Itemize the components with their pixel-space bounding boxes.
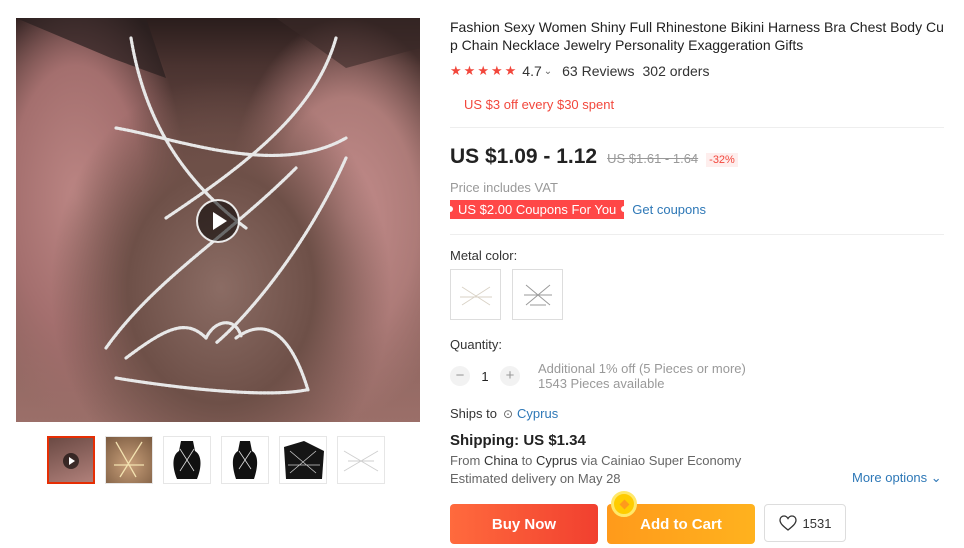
increment-button[interactable]: + [500,366,520,386]
harness-silver-icon [523,284,552,305]
thumbnail-video[interactable] [47,436,95,484]
quantity-label: Quantity: [450,337,503,352]
discount-badge: -32% [706,153,738,167]
coupon-tag[interactable]: US $2.00 Coupons For You [446,200,628,219]
more-options-link[interactable]: More options ⌄ [852,470,942,486]
star-icon: ★ [463,63,476,78]
get-coupons-link[interactable]: Get coupons [632,202,706,217]
buy-now-button[interactable]: Buy Now [450,504,598,544]
rating-row: ★ ★ ★ ★ ★ 4.7 ⌄ 63 Reviews 302 orders [450,63,709,79]
product-title: Fashion Sexy Women Shiny Full Rhinestone… [450,19,944,53]
chevron-down-icon: ⌄ [930,470,942,485]
original-price: US $1.61 - 1.64 [607,151,699,166]
to-label: to [521,453,533,468]
harness-icon [114,441,144,478]
ships-to-row: Ships to ⊙ Cyprus [450,406,558,421]
current-price: US $1.09 - 1.12 [450,145,598,168]
vat-note: Price includes VAT [450,180,558,195]
play-icon [213,212,227,230]
quantity-info: Additional 1% off (5 Pieces or more) 154… [538,361,746,391]
main-product-image[interactable] [16,18,420,422]
quantity-input[interactable]: 1 [470,369,500,384]
thumbnail-strip [47,436,385,484]
decrement-button[interactable]: − [450,366,470,386]
from-label: From [450,453,481,468]
rating-score[interactable]: 4.7 [522,63,541,79]
play-video-button[interactable] [196,199,240,243]
divider [450,234,944,235]
ships-to-label: Ships to [450,406,497,421]
ships-to-country[interactable]: Cyprus [517,406,558,421]
heart-icon [778,515,797,531]
star-icon: ★ [477,63,489,78]
thumbnail-black-mannequin-2[interactable] [221,436,269,484]
silver-variant-swatch[interactable] [512,269,563,320]
shipping-cost: Shipping: US $1.34 [450,432,586,449]
stock-available: 1543 Pieces available [538,376,665,391]
metal-color-label: Metal color: [450,248,518,263]
add-to-cart-label: Add to Cart [640,515,722,533]
coupon-row: US $2.00 Coupons For You Get coupons [446,200,706,219]
star-icon: ★ [490,63,503,78]
thumbnail-black-mannequin-1[interactable] [163,436,211,484]
metal-color-options [450,269,563,320]
location-pin-icon: ⊙ [502,406,514,421]
thumbnail-black-mannequin-3[interactable] [279,436,327,484]
thumbnail-gold-harness[interactable] [105,436,153,484]
store-promo[interactable]: US $3 off every $30 spent [464,97,614,112]
harness-icon [343,450,379,472]
quantity-stepper: − 1 + Additional 1% off (5 Pieces or mor… [450,361,746,391]
estimated-delivery: Estimated delivery on May 28 [450,471,621,486]
star-icon: ★ [450,63,462,78]
shipping-method: via Cainiao Super Economy [580,453,742,468]
price-row: US $1.09 - 1.12 US $1.61 - 1.64 -32% [450,145,738,169]
mannequin-icon [284,441,324,479]
chevron-down-icon[interactable]: ⌄ [544,66,552,77]
to-country: Cyprus [536,453,578,468]
harness-gold-icon [459,286,492,305]
coin-badge-icon [611,491,637,517]
from-country: China [483,453,518,468]
play-icon [63,453,79,469]
star-icon: ★ [504,63,517,78]
shipping-route: From China to Cyprus via Cainiao Super E… [450,453,741,468]
add-to-cart-button[interactable]: Add to Cart [607,491,755,544]
rating-stars[interactable]: ★ ★ ★ ★ ★ [450,64,516,78]
wishlist-count: 1531 [802,515,832,531]
mannequin-icon [232,441,258,479]
reviews-link[interactable]: 63 Reviews [562,63,634,79]
divider [450,127,944,128]
thumbnail-white-flatlay[interactable] [337,436,385,484]
more-options-label: More options [852,470,928,485]
mannequin-icon [173,441,201,479]
orders-count: 302 orders [642,63,710,79]
bulk-discount-note: Additional 1% off (5 Pieces or more) [538,361,746,376]
wishlist-button[interactable]: 1531 [764,504,846,542]
gold-variant-swatch[interactable] [450,269,501,320]
